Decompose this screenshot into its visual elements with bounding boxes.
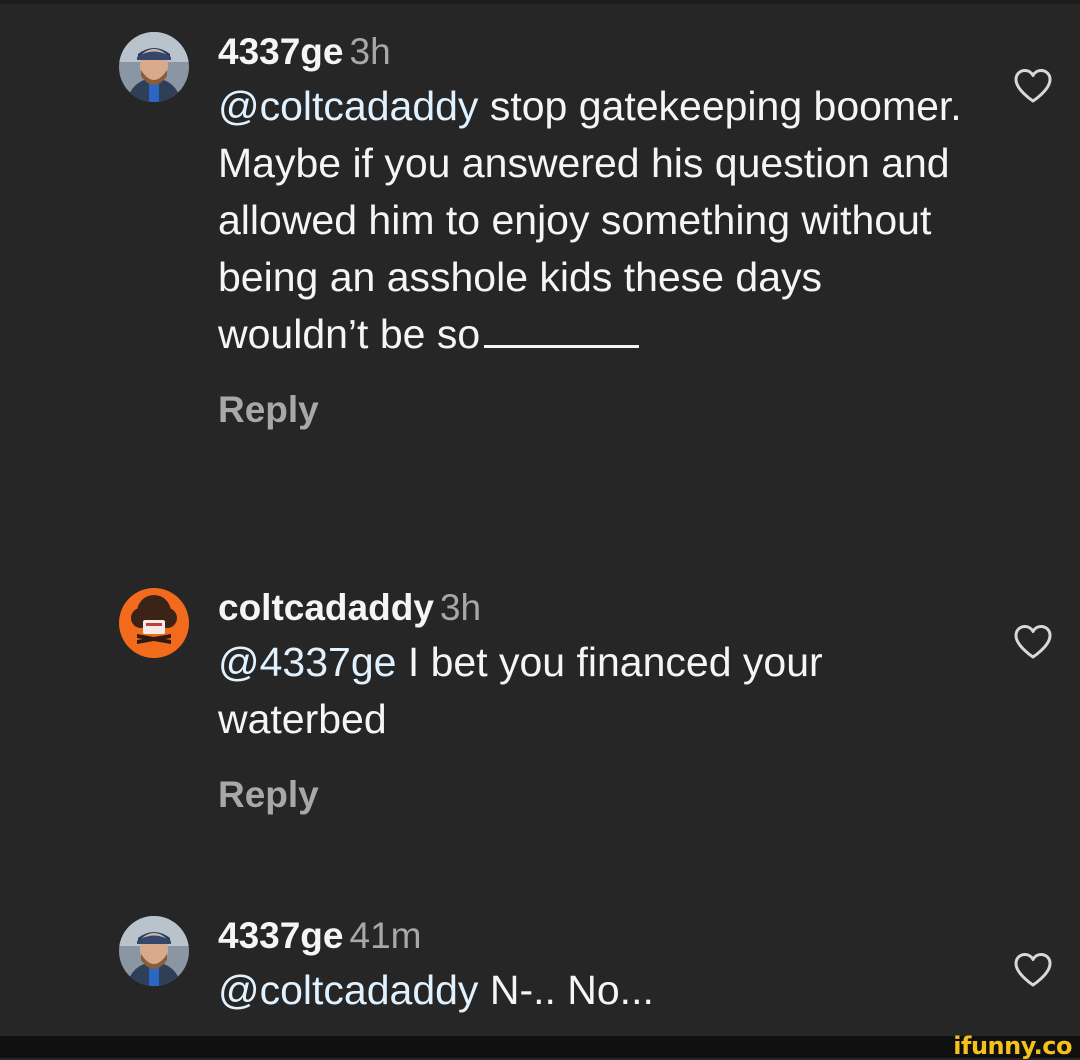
bottom-bar [0, 1036, 1080, 1058]
profile-photo-man-cap-icon [119, 32, 189, 102]
reply-button[interactable]: Reply [218, 774, 978, 816]
watermark-logo: ifunny.co [953, 1032, 1072, 1060]
like-button[interactable] [1013, 68, 1053, 104]
heart-outline-icon [1014, 69, 1052, 103]
profile-photo-man-cap-icon [119, 916, 189, 986]
comment-body: 4337ge 41m @coltcadaddy N-.. No... [218, 914, 978, 1019]
profile-photo-cartoon-orange-icon [119, 588, 189, 658]
comment-body: coltcadaddy 3h @4337ge I bet you financed… [218, 586, 978, 816]
mention-link[interactable]: @coltcadaddy [218, 83, 478, 129]
comment-text-part: stop gatekeeping [478, 83, 803, 129]
username[interactable]: coltcadaddy [218, 587, 434, 628]
username[interactable]: 4337ge [218, 915, 344, 956]
comment-text: @4337ge I bet you financed your waterbed [218, 634, 978, 748]
comment-body: 4337ge 3h @coltcadaddy stop gatekeeping b… [218, 30, 978, 431]
timestamp: 3h [349, 31, 391, 72]
comment-text-part: N-.. No... [478, 967, 654, 1013]
heart-outline-icon [1014, 625, 1052, 659]
timestamp: 3h [439, 587, 482, 628]
comment-header: coltcadaddy 3h [218, 586, 978, 630]
avatar[interactable] [119, 32, 189, 102]
mention-link[interactable]: @4337ge [218, 639, 396, 685]
mention-link[interactable]: @coltcadaddy [218, 967, 478, 1013]
comment-header: 4337ge 41m [218, 914, 978, 958]
comment-text: @coltcadaddy N-.. No... [218, 962, 978, 1019]
timestamp: 41m [349, 915, 422, 956]
like-button[interactable] [1013, 952, 1053, 988]
comment-header: 4337ge 3h [218, 30, 978, 74]
username[interactable]: 4337ge [218, 31, 344, 72]
reply-button[interactable]: Reply [218, 389, 978, 431]
like-button[interactable] [1013, 624, 1053, 660]
avatar[interactable] [119, 916, 189, 986]
heart-outline-icon [1014, 953, 1052, 987]
blank-line [484, 315, 640, 348]
avatar[interactable] [119, 588, 189, 658]
top-divider [0, 0, 1080, 4]
comment-text: @coltcadaddy stop gatekeeping boomer. Ma… [218, 78, 978, 363]
